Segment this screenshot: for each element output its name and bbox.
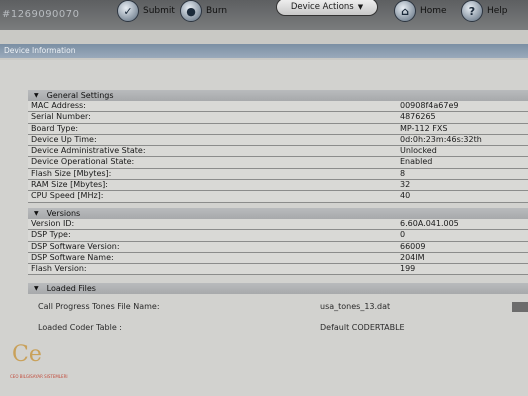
versions-row-label: DSP Type: [31,230,71,240]
chevron-down-icon: ▼ [357,3,364,11]
general-settings-row-value: 0d:0h:23m:46s:32th [400,134,482,144]
general-settings-row: Board Type: MP-112 FXS [28,123,528,135]
submit-check-icon: ✓ [117,0,139,22]
device-serial-text: #1269090070 [2,9,80,20]
versions-row-value: 204IM [400,252,425,262]
call-progress-tones-value: usa_tones_13.dat [320,302,391,311]
versions-section: ▼ Versions Version ID: 6.60A.041.005 DSP T… [28,208,528,276]
device-actions-dropdown[interactable]: Device Actions ▼ [276,0,378,16]
general-settings-row-value: Enabled [400,157,433,167]
submit-button[interactable]: ✓ Submit [117,0,175,22]
versions-row: DSP Software Version: 66009 [28,241,528,253]
versions-title: Versions [46,209,81,218]
versions-row-value: 199 [400,264,416,274]
logo-text: CEO BILGISAYAR SISTEMLERI [10,374,68,379]
general-settings-row-value: 32 [400,180,411,190]
collapse-triangle-icon: ▼ [34,92,39,99]
general-settings-section: ▼ General Settings MAC Address: 00908f4a6… [28,90,528,203]
general-settings-row-label: Device Administrative State: [31,146,146,156]
general-settings-row-value: 40 [400,191,411,201]
loaded-files-header[interactable]: ▼ Loaded Files [28,283,528,294]
general-settings-row-value: 00908f4a67e9 [400,101,459,110]
general-settings-row-label: Board Type: [31,123,79,133]
logo-mark: Ce [12,342,42,367]
burn-disc-icon: ● [180,0,202,22]
general-settings-row-value: 8 [400,168,406,178]
help-button[interactable]: ? Help [461,0,508,22]
versions-row-value: 66009 [400,241,426,251]
call-progress-tones-label: Call Progress Tones File Name: [38,302,160,311]
general-settings-title: General Settings [46,91,114,100]
help-label: Help [487,6,508,16]
general-settings-row-value: 4876265 [400,112,436,122]
versions-row: Flash Version: 199 [28,264,528,276]
device-actions-label: Device Actions [290,2,354,12]
general-settings-row-label: Flash Size [Mbytes]: [31,168,112,178]
versions-row-value: 0 [400,230,406,240]
collapse-triangle-icon: ▼ [34,210,39,217]
loaded-coder-table-label: Loaded Coder Table : [38,323,122,332]
versions-row-label: Flash Version: [31,264,87,274]
general-settings-row: Flash Size [Mbytes]: 8 [28,168,528,181]
general-settings-row: CPU Speed [MHz]: 40 [28,191,528,203]
page-title: Device Information [0,44,528,58]
versions-row: DSP Type: 0 [28,230,528,242]
loaded-coder-table-value: Default CODERTABLE [320,323,405,332]
versions-row-value: 6.60A.041.005 [400,219,459,228]
general-settings-header[interactable]: ▼ General Settings [28,90,528,101]
burn-label: Burn [206,6,228,16]
loaded-files-title: Loaded Files [46,284,96,293]
submit-label: Submit [143,6,175,16]
general-settings-row-label: Serial Number: [31,112,91,122]
general-settings-row: Device Administrative State: Unlocked [28,146,528,158]
general-settings-row-label: Device Operational State: [31,157,135,167]
general-settings-row: MAC Address: 00908f4a67e9 [28,101,528,113]
home-label: Home [420,6,447,16]
scroll-button[interactable] [512,302,528,312]
home-button[interactable]: ⌂ Home [394,0,447,22]
general-settings-row-value: Unlocked [400,146,437,156]
top-toolbar: #1269090070 ✓ Submit ● Burn Device Actio… [0,0,528,30]
versions-row-label: DSP Software Name: [31,252,114,262]
general-settings-row-label: RAM Size [Mbytes]: [31,180,108,190]
versions-row: DSP Software Name: 204IM [28,252,528,265]
general-settings-row-label: CPU Speed [MHz]: [31,191,104,201]
general-settings-row-value: MP-112 FXS [400,123,448,133]
home-icon: ⌂ [394,0,416,22]
general-settings-row-label: Device Up Time: [31,134,97,144]
versions-row-label: DSP Software Version: [31,241,120,251]
general-settings-row: Device Operational State: Enabled [28,157,528,169]
versions-row: Version ID: 6.60A.041.005 [28,219,528,231]
watermark-logo: Ce CEO BILGISAYAR SISTEMLERI [6,342,88,386]
versions-header[interactable]: ▼ Versions [28,208,528,219]
loaded-files-section: ▼ Loaded Files [28,283,528,294]
general-settings-row: Device Up Time: 0d:0h:23m:46s:32th [28,134,528,147]
help-icon: ? [461,0,483,22]
general-settings-row: RAM Size [Mbytes]: 32 [28,180,528,192]
general-settings-row-label: MAC Address: [31,101,86,110]
collapse-triangle-icon: ▼ [34,285,39,292]
burn-button[interactable]: ● Burn [180,0,227,22]
versions-row-label: Version ID: [31,219,75,228]
general-settings-row: Serial Number: 4876265 [28,112,528,124]
